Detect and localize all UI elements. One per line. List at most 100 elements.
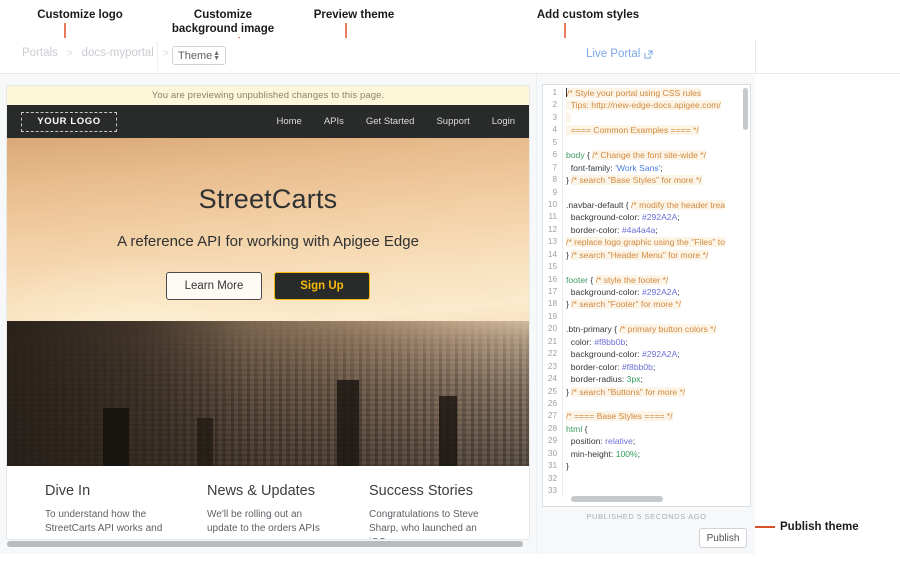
code-line[interactable]: 5: [543, 137, 750, 149]
code-line[interactable]: 26: [543, 398, 750, 410]
code-line-text[interactable]: [562, 473, 750, 485]
learn-more-button[interactable]: Learn More: [166, 272, 262, 300]
card-title: News & Updates: [207, 483, 329, 499]
code-line[interactable]: 6body { /* Change the font site-wide */: [543, 149, 750, 161]
nav-link-get-started[interactable]: Get Started: [366, 116, 415, 127]
code-line-text[interactable]: background-color: #292A2A;: [562, 211, 750, 223]
code-line-text[interactable]: } /* search "Header Menu" for more */: [562, 249, 750, 261]
code-line[interactable]: 20.btn-primary { /* primary button color…: [543, 323, 750, 335]
code-line[interactable]: 23 border-color: #f8bb0b;: [543, 361, 750, 373]
external-link-icon: [644, 50, 653, 59]
code-line[interactable]: 11 background-color: #292A2A;: [543, 211, 750, 223]
code-line[interactable]: 32: [543, 473, 750, 485]
code-line[interactable]: 22 background-color: #292A2A;: [543, 348, 750, 360]
code-line[interactable]: 12 border-color: #4a4a4a;: [543, 224, 750, 236]
code-line[interactable]: 3: [543, 112, 750, 124]
line-number: 20: [543, 323, 562, 335]
code-line-text[interactable]: .navbar-default { /* modify the header t…: [562, 199, 750, 211]
line-number: 33: [543, 485, 562, 497]
css-editor[interactable]: 1/* Style your portal using CSS rules2 T…: [542, 84, 751, 507]
code-line[interactable]: 18} /* search "Footer" for more */: [543, 298, 750, 310]
code-line[interactable]: 16footer { /* style the footer */: [543, 274, 750, 286]
annotation-preview-theme: Preview theme: [294, 8, 414, 22]
line-number: 23: [543, 361, 562, 373]
live-portal-link[interactable]: Live Portal: [586, 48, 653, 60]
code-line[interactable]: 31}: [543, 460, 750, 472]
code-line-text[interactable]: position: relative;: [562, 435, 750, 447]
breadcrumb-portals[interactable]: Portals: [22, 47, 58, 59]
editor-hscrollbar-thumb[interactable]: [571, 496, 663, 502]
code-line[interactable]: 1/* Style your portal using CSS rules: [543, 87, 750, 99]
code-line-text[interactable]: } /* search "Footer" for more */: [562, 298, 750, 310]
code-line-text[interactable]: color: #f8bb0b;: [562, 336, 750, 348]
nav-link-support[interactable]: Support: [436, 116, 469, 127]
code-line[interactable]: 19: [543, 311, 750, 323]
css-editor-lines[interactable]: 1/* Style your portal using CSS rules2 T…: [543, 87, 750, 497]
code-line-text[interactable]: [562, 398, 750, 410]
code-line-text[interactable]: } /* search "Buttons" for more */: [562, 386, 750, 398]
code-line-text[interactable]: ==== Common Examples ==== */: [562, 124, 750, 136]
code-line-text[interactable]: background-color: #292A2A;: [562, 348, 750, 360]
publish-button[interactable]: Publish: [699, 528, 747, 548]
code-line-text[interactable]: [562, 112, 750, 124]
code-line-text[interactable]: font-family: 'Work Sans';: [562, 162, 750, 174]
code-line-text[interactable]: [562, 311, 750, 323]
hero-section: StreetCarts A reference API for working …: [7, 138, 529, 466]
sign-up-button[interactable]: Sign Up: [274, 272, 370, 300]
code-line-text[interactable]: border-radius: 3px;: [562, 373, 750, 385]
line-number: 16: [543, 274, 562, 286]
annotation-add-custom-styles: Add custom styles: [523, 8, 653, 22]
code-line-text[interactable]: min-height: 100%;: [562, 448, 750, 460]
code-line[interactable]: 28html {: [543, 423, 750, 435]
breadcrumb-portal-name[interactable]: docs-myportal: [82, 47, 154, 59]
code-line[interactable]: 21 color: #f8bb0b;: [543, 336, 750, 348]
code-line-text[interactable]: .btn-primary { /* primary button colors …: [562, 323, 750, 335]
code-line[interactable]: 13/* replace logo graphic using the "Fil…: [543, 236, 750, 248]
code-line-text[interactable]: Tips: http://new-edge-docs.apigee.com/: [562, 99, 750, 111]
code-line-text[interactable]: border-color: #4a4a4a;: [562, 224, 750, 236]
code-line-text[interactable]: /* ==== Base Styles ==== */: [562, 410, 750, 422]
code-line-text[interactable]: }: [562, 460, 750, 472]
hero-content: StreetCarts A reference API for working …: [7, 138, 529, 300]
code-line-text[interactable]: border-color: #f8bb0b;: [562, 361, 750, 373]
code-line[interactable]: 4 ==== Common Examples ==== */: [543, 124, 750, 136]
code-line[interactable]: 29 position: relative;: [543, 435, 750, 447]
code-line[interactable]: 25} /* search "Buttons" for more */: [543, 386, 750, 398]
code-line[interactable]: 10.navbar-default { /* modify the header…: [543, 199, 750, 211]
code-line[interactable]: 17 background-color: #292A2A;: [543, 286, 750, 298]
code-line-text[interactable]: [562, 261, 750, 273]
code-line[interactable]: 24 border-radius: 3px;: [543, 373, 750, 385]
line-number: 10: [543, 199, 562, 211]
code-line-text[interactable]: footer { /* style the footer */: [562, 274, 750, 286]
code-line-text[interactable]: [562, 137, 750, 149]
toolbar-divider-right: [755, 40, 756, 74]
code-line-text[interactable]: /* replace logo graphic using the "Files…: [562, 236, 750, 248]
code-line-text[interactable]: html {: [562, 423, 750, 435]
code-line-text[interactable]: background-color: #292A2A;: [562, 286, 750, 298]
code-line-text[interactable]: [562, 187, 750, 199]
preview-hscrollbar-thumb[interactable]: [7, 541, 523, 547]
portal-nav-links: Home APIs Get Started Support Login: [276, 116, 515, 127]
editor-vscrollbar-thumb[interactable]: [743, 88, 748, 130]
code-line[interactable]: 27/* ==== Base Styles ==== */: [543, 410, 750, 422]
line-number: 18: [543, 298, 562, 310]
code-line[interactable]: 2 Tips: http://new-edge-docs.apigee.com/: [543, 99, 750, 111]
nav-link-apis[interactable]: APIs: [324, 116, 344, 127]
code-line-text[interactable]: body { /* Change the font site-wide */: [562, 149, 750, 161]
code-line[interactable]: 30 min-height: 100%;: [543, 448, 750, 460]
code-line[interactable]: 14} /* search "Header Menu" for more */: [543, 249, 750, 261]
logo-placeholder[interactable]: YOUR LOGO: [21, 112, 117, 132]
city-tower-b: [439, 396, 457, 466]
live-portal-label: Live Portal: [586, 48, 640, 60]
code-line[interactable]: 15: [543, 261, 750, 273]
code-line[interactable]: 8} /* search "Base Styles" for more */: [543, 174, 750, 186]
hero-subtitle: A reference API for working with Apigee …: [7, 233, 529, 250]
nav-link-login[interactable]: Login: [492, 116, 515, 127]
nav-link-home[interactable]: Home: [276, 116, 301, 127]
screenshot-root: Customize logo Customize background imag…: [0, 0, 900, 584]
code-line-text[interactable]: /* Style your portal using CSS rules: [562, 87, 750, 99]
code-line[interactable]: 7 font-family: 'Work Sans';: [543, 162, 750, 174]
code-line-text[interactable]: } /* search "Base Styles" for more */: [562, 174, 750, 186]
code-line[interactable]: 9: [543, 187, 750, 199]
theme-select[interactable]: Theme ▲▼: [172, 46, 226, 65]
